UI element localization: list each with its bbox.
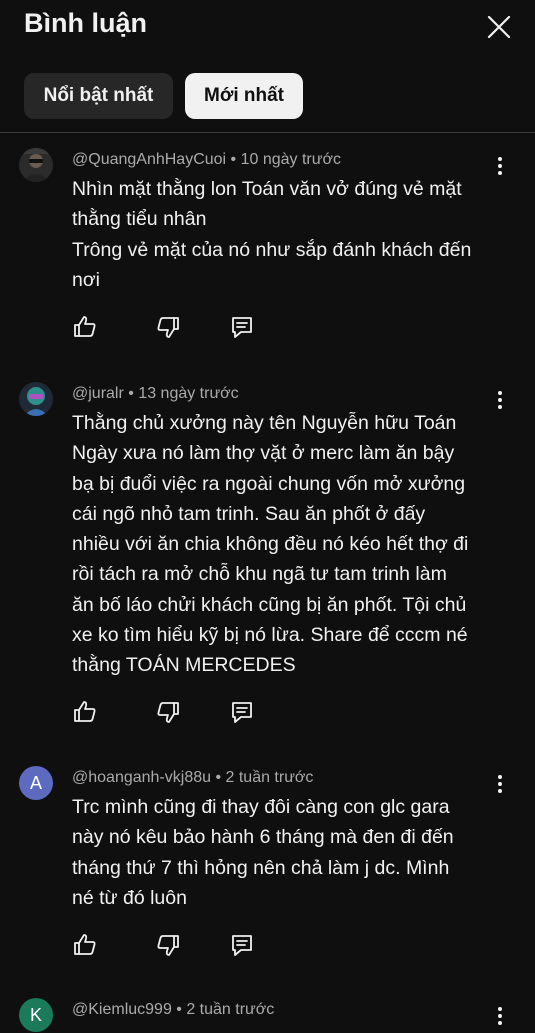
comment-actions — [72, 932, 272, 958]
thumbs-down-icon[interactable] — [155, 699, 181, 725]
comment-meta: @juralr • 13 ngày trước — [72, 385, 239, 402]
avatar[interactable] — [19, 382, 53, 416]
comment-text: Trc mình cũng đi thay đôi càng con glc g… — [72, 796, 454, 909]
comment-meta: @QuangAnhHayCuoi • 10 ngày trước — [72, 151, 341, 168]
avatar[interactable] — [19, 148, 53, 182]
comment-text: Nhìn mặt thằng lon Toán văn vở đúng vẻ m… — [72, 178, 472, 291]
comment-actions — [72, 699, 272, 725]
avatar-letter: A — [19, 766, 53, 800]
avatar[interactable]: K — [19, 998, 53, 1032]
reply-icon[interactable] — [229, 932, 255, 958]
thumbs-up-icon[interactable] — [72, 314, 98, 340]
comment-actions — [72, 314, 272, 340]
thumbs-up-icon[interactable] — [72, 932, 98, 958]
chip-newest[interactable]: Mới nhất — [185, 73, 303, 119]
divider — [0, 132, 535, 133]
thumbs-down-icon[interactable] — [155, 314, 181, 340]
comment-text: Thằng chủ xưởng này tên Nguyễn hữu Toán … — [72, 412, 469, 677]
reply-icon[interactable] — [229, 699, 255, 725]
chip-top-comments[interactable]: Nổi bật nhất — [24, 73, 173, 119]
page-title: Bình luận — [24, 8, 147, 38]
comments-header: Bình luận — [0, 0, 535, 52]
thumbs-down-icon[interactable] — [155, 932, 181, 958]
more-vertical-icon[interactable] — [488, 1004, 512, 1028]
thumbs-up-icon[interactable] — [72, 699, 98, 725]
avatar[interactable]: A — [19, 766, 53, 800]
close-icon[interactable] — [484, 12, 514, 42]
comment-meta: @hoanganh-vkj88u • 2 tuần trước — [72, 769, 314, 786]
avatar-letter: K — [19, 998, 53, 1032]
reply-icon[interactable] — [229, 314, 255, 340]
comment-meta: @Kiemluc999 • 2 tuần trước — [72, 1001, 275, 1018]
